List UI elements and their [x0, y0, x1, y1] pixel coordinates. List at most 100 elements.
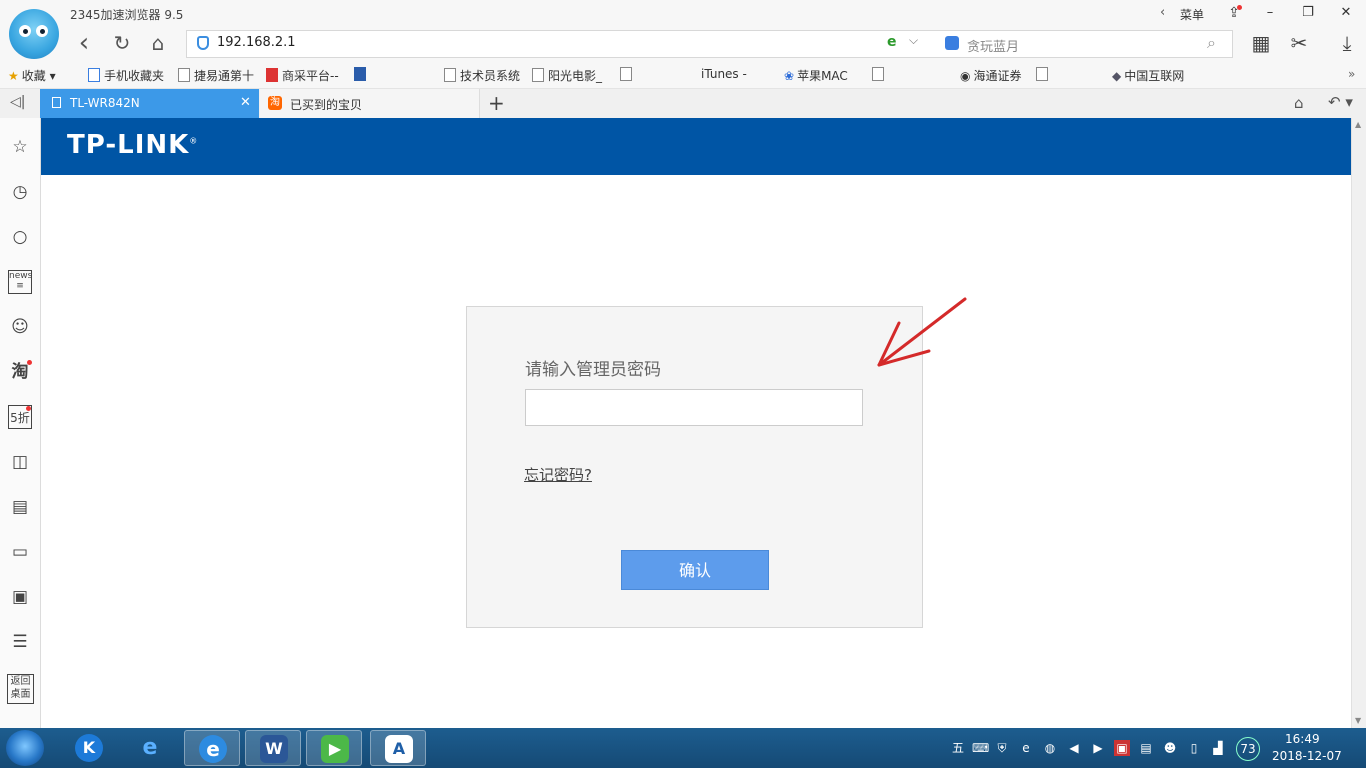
- play-icon: ▶: [321, 735, 349, 763]
- bookmark-item[interactable]: 商采平台--: [266, 67, 339, 84]
- apps-grid-icon[interactable]: ▦: [1248, 30, 1274, 56]
- bookmark-item[interactable]: ◆ 中国互联网: [1112, 67, 1184, 84]
- app-a-icon: A: [385, 735, 413, 763]
- menu-chevron-icon[interactable]: ‹: [1160, 5, 1165, 20]
- battery-badge[interactable]: 73: [1236, 737, 1260, 761]
- star-icon[interactable]: ☆: [8, 135, 32, 159]
- shield-tray-icon[interactable]: ⛨: [994, 740, 1010, 756]
- confirm-button[interactable]: 确认: [621, 550, 769, 590]
- bookmark-item[interactable]: [872, 67, 948, 82]
- annotation-arrow: [877, 297, 967, 367]
- display-icon[interactable]: ▤: [1138, 740, 1154, 756]
- bookmark-item[interactable]: [354, 67, 430, 82]
- page-icon: [52, 97, 61, 108]
- battery-icon[interactable]: ▯: [1186, 740, 1202, 756]
- undo-icon[interactable]: ↶ ▾: [1328, 93, 1353, 111]
- paw-icon: ❀: [784, 69, 795, 83]
- scissors-icon[interactable]: ✂: [1286, 30, 1312, 56]
- bookmark-item[interactable]: [620, 67, 684, 82]
- bookmark-favorites[interactable]: ★ 收藏 ▾: [8, 67, 56, 84]
- taskbar-ie[interactable]: e: [122, 730, 178, 766]
- qq-icon[interactable]: ☻: [1162, 740, 1178, 756]
- menu-button[interactable]: 菜单: [1180, 6, 1204, 23]
- ie-icon: e: [142, 735, 158, 760]
- bookmark-item[interactable]: iTunes -: [698, 67, 747, 81]
- taskbar-video-player[interactable]: ▶: [306, 730, 362, 766]
- ie-engine-icon[interactable]: e: [887, 34, 897, 50]
- app-title: 2345加速浏览器 9.5: [70, 8, 184, 22]
- skin-icon[interactable]: ⇪: [1216, 0, 1252, 26]
- search-input[interactable]: 贪玩蓝月: [967, 36, 1019, 55]
- browser-e-icon: e: [199, 735, 227, 763]
- back-icon[interactable]: ‹: [72, 30, 96, 56]
- discount-icon[interactable]: 5折: [8, 405, 32, 429]
- browser-tray-icon[interactable]: e: [1018, 740, 1034, 756]
- vertical-scrollbar[interactable]: ▲ ▼: [1351, 118, 1366, 728]
- search-box[interactable]: 贪玩蓝月 ⌕: [935, 30, 1233, 58]
- collapse-sidebar-icon[interactable]: ◁|: [10, 94, 25, 110]
- new-tab-icon[interactable]: +: [488, 91, 505, 115]
- tp-link-banner: TP-LINK®: [41, 118, 1351, 175]
- chat-icon[interactable]: ☺: [8, 315, 32, 339]
- clock-icon[interactable]: ◷: [8, 180, 32, 204]
- bookmark-item[interactable]: ◉ 海通证券: [960, 67, 1022, 84]
- list-icon[interactable]: ☰: [8, 630, 32, 654]
- taskbar-app[interactable]: A: [370, 730, 426, 766]
- bookmarks-bar: ★ 收藏 ▾ 手机收藏夹 捷易通第十 商采平台-- 技术员系统 阳光电影_ iTu…: [0, 62, 1366, 89]
- search-icon[interactable]: ⌕: [1207, 33, 1216, 53]
- password-label: 请输入管理员密码: [525, 360, 661, 380]
- taskbar-kuaibo[interactable]: K: [61, 730, 117, 766]
- more-bookmarks-icon[interactable]: »: [1348, 67, 1355, 81]
- ime-icon[interactable]: 五: [950, 740, 966, 756]
- address-text[interactable]: 192.168.2.1: [217, 35, 296, 50]
- gamepad-icon[interactable]: ◫: [8, 450, 32, 474]
- forgot-password-link[interactable]: 忘记密码?: [524, 464, 592, 485]
- media-tray-icon[interactable]: ▶: [1090, 740, 1106, 756]
- bookmark-item[interactable]: [1036, 67, 1100, 82]
- bookmark-item[interactable]: ❀ 苹果MAC: [784, 67, 848, 84]
- close-button[interactable]: ✕: [1328, 0, 1364, 26]
- k-app-icon: K: [75, 734, 103, 762]
- tray-app-icon[interactable]: ▣: [1114, 740, 1130, 756]
- taskbar-2345-browser[interactable]: e: [184, 730, 240, 766]
- clean-icon[interactable]: ⌂: [1294, 94, 1304, 112]
- clock-date[interactable]: 2018-12-07: [1272, 749, 1342, 763]
- keyboard-icon[interactable]: ⌨: [972, 740, 989, 756]
- volume-icon[interactable]: ◀: [1066, 740, 1082, 756]
- tab-tl-wr842n[interactable]: TL-WR842N ✕: [40, 89, 259, 118]
- sidebar: ☆ ◷ ○ news ≡ ☺ 淘 5折 ◫ ▤ ▭ ▣ ☰ 返回桌面: [0, 118, 41, 728]
- film-icon[interactable]: ▤: [8, 495, 32, 519]
- signal-icon[interactable]: ▟: [1210, 740, 1226, 756]
- page-content: TP-LINK® 请输入管理员密码 忘记密码? 确认: [41, 118, 1351, 728]
- taobao-icon: 淘: [268, 96, 282, 110]
- taskbar: K e e W ▶ A 五 ⌨ ⛨ e ◍ ◀ ▶ ▣ ▤ ☻ ▯ ▟ 73 1…: [0, 728, 1366, 768]
- start-button[interactable]: [6, 730, 44, 766]
- address-bar[interactable]: 192.168.2.1 e ⌵: [186, 30, 936, 58]
- clock-time[interactable]: 16:49: [1285, 732, 1320, 746]
- minimize-button[interactable]: –: [1252, 0, 1288, 26]
- password-input[interactable]: [525, 389, 863, 426]
- return-desktop-icon[interactable]: 返回桌面: [7, 674, 34, 704]
- bookmark-item[interactable]: 手机收藏夹: [88, 67, 164, 84]
- network-globe-icon[interactable]: ◍: [1042, 740, 1058, 756]
- bookmark-item[interactable]: 捷易通第十: [178, 67, 254, 84]
- tv-icon[interactable]: ▭: [8, 540, 32, 564]
- taskbar-word[interactable]: W: [245, 730, 301, 766]
- search-icon[interactable]: ○: [8, 225, 32, 249]
- maximize-button[interactable]: ❐: [1290, 0, 1326, 26]
- close-tab-icon[interactable]: ✕: [240, 95, 251, 110]
- calculator-icon[interactable]: ▣: [8, 585, 32, 609]
- taobao-icon[interactable]: 淘: [8, 360, 32, 384]
- scroll-down-icon[interactable]: ▼: [1355, 716, 1361, 725]
- download-icon[interactable]: ⤓: [1334, 30, 1360, 56]
- refresh-icon[interactable]: ↻: [110, 31, 134, 55]
- chevron-down-icon[interactable]: ⌵: [909, 33, 918, 48]
- bookmark-item[interactable]: 阳光电影_: [532, 67, 602, 84]
- home-icon[interactable]: ⌂: [146, 31, 170, 55]
- bookmark-item[interactable]: 技术员系统: [444, 67, 520, 84]
- news-icon[interactable]: news ≡: [8, 270, 32, 294]
- browser-toolbar: 2345加速浏览器 9.5 ‹ 菜单 ⇪ – ❐ ✕ ‹ ↻ ⌂ 192.168…: [0, 0, 1366, 62]
- tab-purchased-items[interactable]: 淘 已买到的宝贝: [260, 89, 480, 118]
- scroll-up-icon[interactable]: ▲: [1355, 120, 1361, 129]
- globe-icon: ◉: [960, 69, 971, 83]
